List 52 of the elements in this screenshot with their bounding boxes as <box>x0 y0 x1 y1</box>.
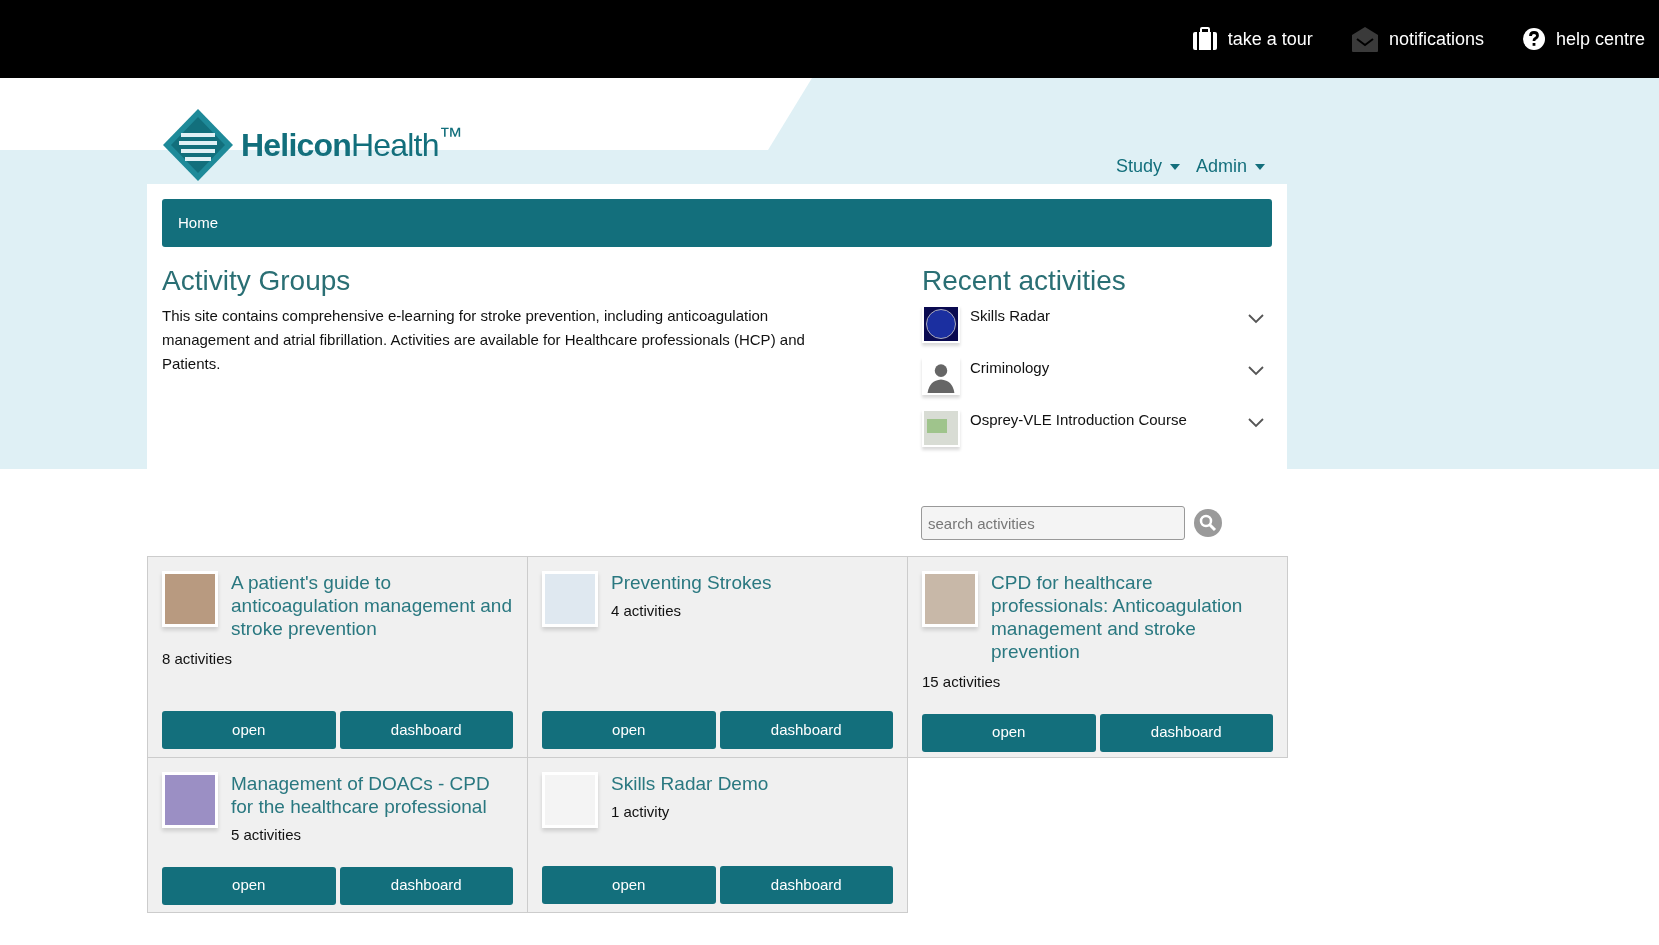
group-title[interactable]: Preventing Strokes <box>611 571 772 594</box>
open-button[interactable]: open <box>542 866 716 904</box>
dashboard-button[interactable]: dashboard <box>719 866 893 904</box>
breadcrumb-link[interactable]: Home <box>178 211 218 235</box>
person-silhouette-icon <box>922 357 960 395</box>
envelope-icon <box>1350 25 1379 53</box>
logo-text: HeliconHealth$^{™}$ <box>241 121 462 165</box>
chevron-down-icon[interactable] <box>1248 418 1264 428</box>
nav-menu[interactable]: Study <box>1115 153 1180 180</box>
activity-count: 15 activities <box>922 672 1002 692</box>
open-button[interactable]: open <box>162 866 336 905</box>
people-photo-placeholder <box>162 571 218 627</box>
activity-link[interactable]: Osprey-VLE Introduction Course <box>970 409 1238 432</box>
caret-icon <box>1255 163 1265 170</box>
group-title[interactable]: Skills Radar Demo <box>611 772 769 795</box>
section-heading: Activity Groups <box>162 265 352 297</box>
activity-count: 8 activities <box>162 649 234 669</box>
help-icon <box>1521 27 1546 51</box>
chevron-down-icon[interactable] <box>1248 314 1264 324</box>
dashboard-button[interactable]: dashboard <box>719 711 893 749</box>
course-thumbnail <box>922 409 960 447</box>
radar-thumbnail <box>922 305 960 343</box>
dashboard-button[interactable]: dashboard <box>339 866 513 905</box>
activity-link[interactable]: Criminology <box>970 357 1238 380</box>
open-button[interactable]: open <box>542 711 716 749</box>
dashboard-button[interactable]: dashboard <box>1099 713 1273 752</box>
activity-count: 5 activities <box>231 825 303 845</box>
section-heading: Recent activities <box>922 265 1127 297</box>
search-icon[interactable] <box>1194 509 1222 537</box>
open-button[interactable]: open <box>162 711 336 749</box>
top-bar-link[interactable]: notifications <box>1350 25 1484 53</box>
activity-link[interactable]: Skills Radar <box>970 305 1238 328</box>
caret-icon <box>1169 163 1180 170</box>
description-paragraph: This site contains comprehensive e-learning for stroke prevention, including anticoagulation management and atrial fibrillation. Activities are available for Healthcare professionals (HCP) and Patients. <box>162 306 806 374</box>
capsules-photo-placeholder <box>162 772 218 828</box>
activity-count: 1 activity <box>611 802 671 822</box>
logo-icon <box>163 109 233 181</box>
top-bar-link[interactable]: help centre <box>1521 25 1645 53</box>
document-thumbnail <box>542 772 598 828</box>
suitcase-icon <box>1191 27 1218 51</box>
nav-menu[interactable]: Admin <box>1195 153 1265 180</box>
group-title[interactable]: CPD for healthcare professionals: Anticoagulation management and stroke prevention <box>991 571 1273 663</box>
top-bar-link[interactable]: take a tour <box>1191 25 1313 53</box>
dashboard-button[interactable]: dashboard <box>339 711 513 749</box>
activity-count: 4 activities <box>611 601 683 621</box>
group-title[interactable]: A patient's guide to anticoagulation management and stroke prevention <box>231 571 513 640</box>
open-button[interactable]: open <box>922 713 1096 752</box>
chevron-down-icon[interactable] <box>1248 366 1264 376</box>
group-title[interactable]: Management of DOACs - CPD for the healthcare professional <box>231 772 513 818</box>
search-field[interactable]: search activities <box>921 506 1185 540</box>
device-photo-placeholder <box>542 571 598 627</box>
clinician-photo-placeholder <box>922 571 978 627</box>
